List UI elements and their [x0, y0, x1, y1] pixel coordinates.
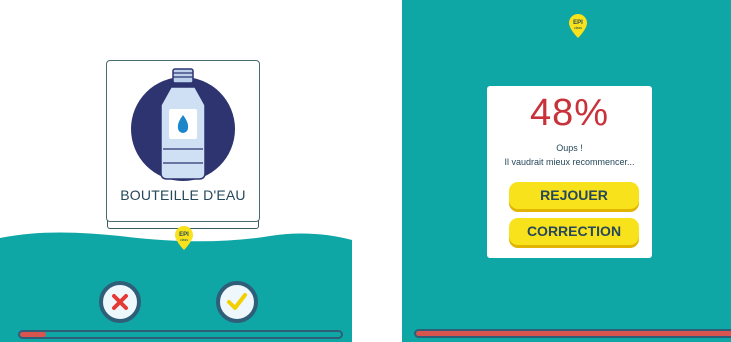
- quiz-card-screen: BOUTEILLE D'EAU EPI class: [0, 0, 352, 342]
- epi-pin-icon: EPI class: [569, 14, 587, 38]
- progress-fill: [416, 331, 731, 336]
- reject-button[interactable]: [99, 281, 141, 323]
- result-message-detail: Il vaudrait mieux recommencer...: [504, 157, 635, 167]
- epi-pin-subtext: class: [574, 26, 582, 30]
- water-bottle-icon: [131, 68, 235, 181]
- x-mark-icon: [112, 294, 128, 310]
- progress-bar: [18, 330, 343, 339]
- answer-card[interactable]: BOUTEILLE D'EAU: [106, 60, 260, 222]
- progress-bar: [414, 329, 731, 338]
- replay-button[interactable]: REJOUER: [509, 182, 639, 209]
- result-dialog: 48% Oups ! Il vaudrait mieux recommencer…: [487, 86, 652, 258]
- accept-button[interactable]: [216, 281, 258, 323]
- score-percentage: 48%: [529, 92, 610, 134]
- card-label: BOUTEILLE D'EAU: [120, 187, 246, 203]
- result-message-title: Oups !: [556, 143, 583, 153]
- progress-fill: [20, 332, 46, 337]
- checkmark-icon: [227, 293, 247, 310]
- correction-button[interactable]: CORRECTION: [509, 218, 639, 245]
- result-screen: EPI class 48% Oups ! Il vaudrait mieux r…: [402, 0, 731, 342]
- epi-pin-icon: EPI class: [175, 226, 193, 250]
- epi-pin-subtext: class: [180, 238, 188, 242]
